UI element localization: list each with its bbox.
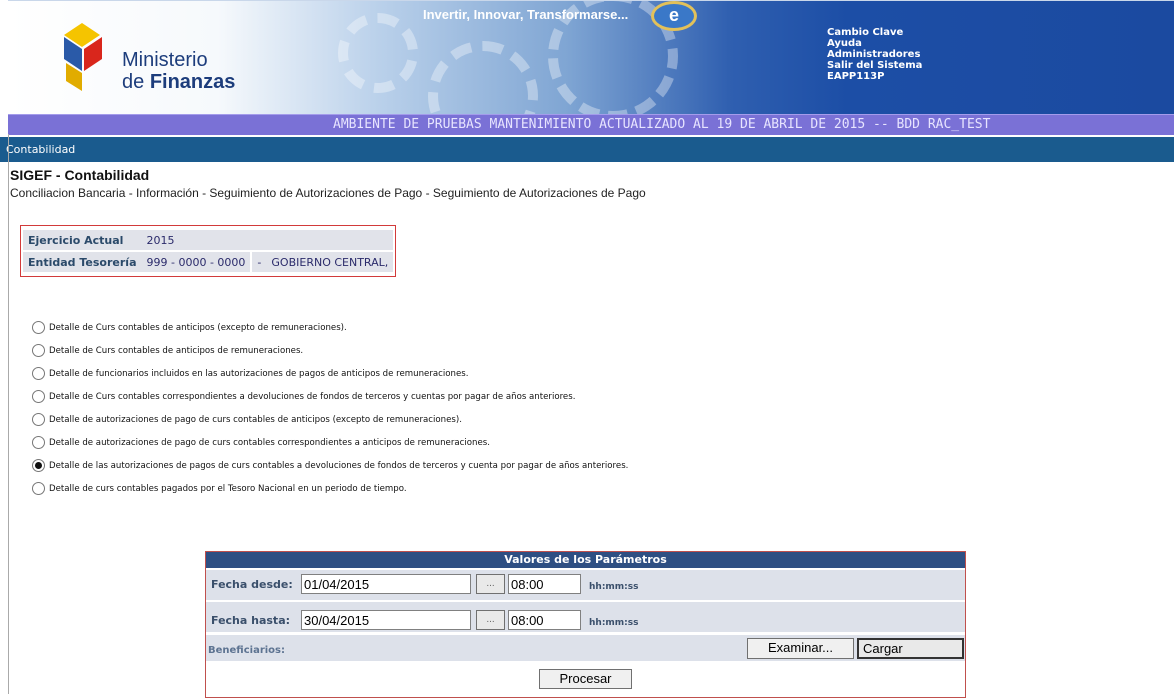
header-banner: Ministerio de Finanzas Invertir, Innovar…	[8, 0, 1174, 114]
row-fecha-desde: Fecha desde: 01/04/2015 ... 08:00 hh:mm:…	[206, 570, 965, 600]
radio-button[interactable]	[32, 413, 45, 426]
hora-hasta-input[interactable]: 08:00	[508, 610, 581, 630]
row-beneficiarios: Beneficiarios: Examinar... Cargar	[206, 635, 965, 661]
beneficiarios-label: Beneficiarios:	[208, 645, 286, 656]
slogan-text: Invertir, Innovar, Transformarse...	[423, 7, 629, 22]
row-fecha-hasta: Fecha hasta: 30/04/2015 ... 08:00 hh:mm:…	[206, 602, 965, 632]
link-ayuda[interactable]: Ayuda	[827, 38, 922, 49]
fecha-hasta-label: Fecha hasta:	[211, 614, 291, 627]
environment-banner: AMBIENTE DE PRUEBAS MANTENIMIENTO ACTUAL…	[8, 114, 1174, 135]
link-cambio-clave[interactable]: Cambio Clave	[827, 27, 922, 38]
nav-item-contabilidad[interactable]: Contabilidad	[6, 143, 75, 156]
brand-line-1: Ministerio	[122, 49, 208, 71]
report-option[interactable]: Detalle de Curs contables de anticipos (…	[32, 316, 628, 339]
brand-prefix: de	[122, 71, 150, 93]
row-entidad: Entidad Tesorería 999 - 0000 - 0000 - GO…	[23, 252, 394, 272]
ministry-logo-icon	[64, 23, 102, 91]
option-label: Detalle de Curs contables correspondient…	[49, 391, 576, 402]
nav-bar: Contabilidad	[0, 137, 1174, 162]
environment-banner-text: AMBIENTE DE PRUEBAS MANTENIMIENTO ACTUAL…	[333, 117, 991, 132]
link-administradores[interactable]: Administradores	[827, 49, 922, 60]
entidad-label: Entidad Tesorería	[23, 252, 142, 272]
fecha-desde-input[interactable]: 01/04/2015	[301, 574, 471, 594]
breadcrumb: Conciliacion Bancaria - Información - Se…	[10, 186, 646, 200]
brand-line-2: de Finanzas	[122, 71, 235, 93]
ejercicio-value: 2015	[141, 230, 394, 250]
gear-decoration	[338, 13, 418, 93]
fecha-hasta-picker-button[interactable]: ...	[476, 610, 505, 630]
left-border	[8, 134, 9, 694]
hora-desde-input[interactable]: 08:00	[508, 574, 581, 594]
entidad-code: 999 - 0000 - 0000	[141, 252, 251, 272]
cargar-button[interactable]: Cargar	[857, 638, 964, 659]
fecha-desde-picker-button[interactable]: ...	[476, 574, 505, 594]
radio-button[interactable]	[32, 390, 45, 403]
report-option[interactable]: Detalle de autorizaciones de pago de cur…	[32, 408, 628, 431]
parameters-title: Valores de los Parámetros	[206, 552, 965, 568]
internet-explorer-icon: e	[651, 1, 697, 31]
entidad-name: GOBIERNO CENTRAL,	[266, 252, 394, 272]
option-label: Detalle de funcionarios incluidos en las…	[49, 368, 469, 379]
radio-button[interactable]	[32, 321, 45, 334]
radio-button[interactable]	[32, 367, 45, 380]
report-option[interactable]: Detalle de curs contables pagados por el…	[32, 477, 628, 500]
report-option[interactable]: Detalle de autorizaciones de pago de cur…	[32, 431, 628, 454]
radio-button[interactable]	[32, 436, 45, 449]
option-label: Detalle de Curs contables de anticipos d…	[49, 345, 304, 356]
parameters-panel: Valores de los Parámetros Fecha desde: 0…	[205, 551, 966, 698]
hora-desde-hint: hh:mm:ss	[589, 582, 639, 592]
hora-hasta-hint: hh:mm:ss	[589, 618, 639, 628]
procesar-button[interactable]: Procesar	[539, 669, 632, 689]
report-option[interactable]: Detalle de las autorizaciones de pagos d…	[32, 454, 628, 477]
ministry-brand: Ministerio de Finanzas	[122, 49, 235, 93]
page-title: SIGEF - Contabilidad	[10, 167, 150, 183]
top-links: Cambio Clave Ayuda Administradores Salir…	[827, 27, 922, 82]
user-code: EAPP113P	[827, 71, 885, 82]
report-options: Detalle de Curs contables de anticipos (…	[32, 316, 628, 500]
link-salir[interactable]: Salir del Sistema	[827, 60, 922, 71]
fecha-hasta-input[interactable]: 30/04/2015	[301, 610, 471, 630]
option-label: Detalle de autorizaciones de pago de cur…	[49, 437, 490, 448]
fecha-desde-label: Fecha desde:	[211, 578, 293, 591]
option-label: Detalle de Curs contables de anticipos (…	[49, 322, 347, 333]
brand-finanzas: Finanzas	[149, 71, 236, 93]
option-label: Detalle de las autorizaciones de pagos d…	[49, 460, 629, 471]
option-label: Detalle de autorizaciones de pago de cur…	[49, 414, 462, 425]
radio-button[interactable]	[32, 344, 45, 357]
row-ejercicio: Ejercicio Actual 2015	[23, 230, 394, 250]
entidad-separator: -	[252, 252, 267, 272]
report-option[interactable]: Detalle de Curs contables correspondient…	[32, 385, 628, 408]
ejercicio-label: Ejercicio Actual	[23, 230, 142, 250]
report-option[interactable]: Detalle de Curs contables de anticipos d…	[32, 339, 628, 362]
report-option[interactable]: Detalle de funcionarios incluidos en las…	[32, 362, 628, 385]
option-label: Detalle de curs contables pagados por el…	[49, 483, 407, 494]
radio-button[interactable]	[32, 459, 45, 472]
gear-decoration	[428, 41, 538, 114]
examinar-button[interactable]: Examinar...	[747, 638, 854, 659]
radio-button[interactable]	[32, 482, 45, 495]
info-box: Ejercicio Actual 2015 Entidad Tesorería …	[20, 225, 397, 277]
